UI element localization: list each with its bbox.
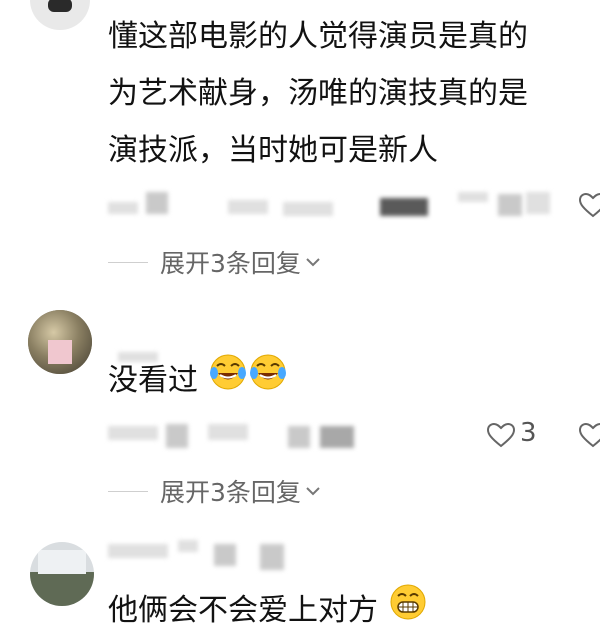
expand-replies-label: 展开3条回复: [160, 478, 301, 507]
chevron-down-icon: [305, 256, 321, 268]
comment-item: 他俩会不会爱上对方: [0, 530, 600, 640]
comment-line: 懂这部电影的人觉得演员是真的: [108, 19, 528, 54]
comment-item: 没看过 3 展开3条回复: [0, 300, 600, 530]
comment-line: 没看过: [108, 363, 198, 398]
laughing-crying-emoji-icon: [208, 352, 248, 411]
expand-replies-label: 展开3条回复: [160, 249, 301, 278]
comment-text: 他俩会不会爱上对方: [108, 582, 428, 641]
chevron-down-icon: [305, 485, 321, 497]
comment-line: 他俩会不会爱上对方: [108, 593, 378, 628]
comment-line: 演技派，当时她可是新人: [108, 133, 438, 168]
expand-replies-button[interactable]: 展开3条回复: [108, 476, 321, 507]
comment-meta: 3: [108, 418, 600, 450]
laughing-crying-emoji-icon: [248, 352, 288, 411]
avatar[interactable]: [28, 310, 92, 374]
avatar[interactable]: [30, 0, 90, 30]
like-count: 3: [520, 418, 537, 448]
expand-replies-button[interactable]: 展开3条回复: [108, 247, 321, 278]
comment-text: 懂这部电影的人觉得演员是真的 为艺术献身，汤唯的演技真的是 演技派，当时她可是新…: [108, 8, 528, 179]
comment-meta: [108, 190, 600, 220]
like-heart-icon[interactable]: [486, 422, 516, 448]
comment-meta: [108, 540, 600, 570]
like-heart-icon[interactable]: [578, 422, 600, 448]
avatar[interactable]: [30, 542, 94, 606]
comment-text: 没看过: [108, 352, 288, 411]
grinning-emoji-icon: [388, 582, 428, 641]
comment-line: 为艺术献身，汤唯的演技真的是: [108, 76, 528, 111]
comment-item: 懂这部电影的人觉得演员是真的 为艺术献身，汤唯的演技真的是 演技派，当时她可是新…: [0, 0, 600, 300]
like-heart-icon[interactable]: [578, 192, 600, 218]
